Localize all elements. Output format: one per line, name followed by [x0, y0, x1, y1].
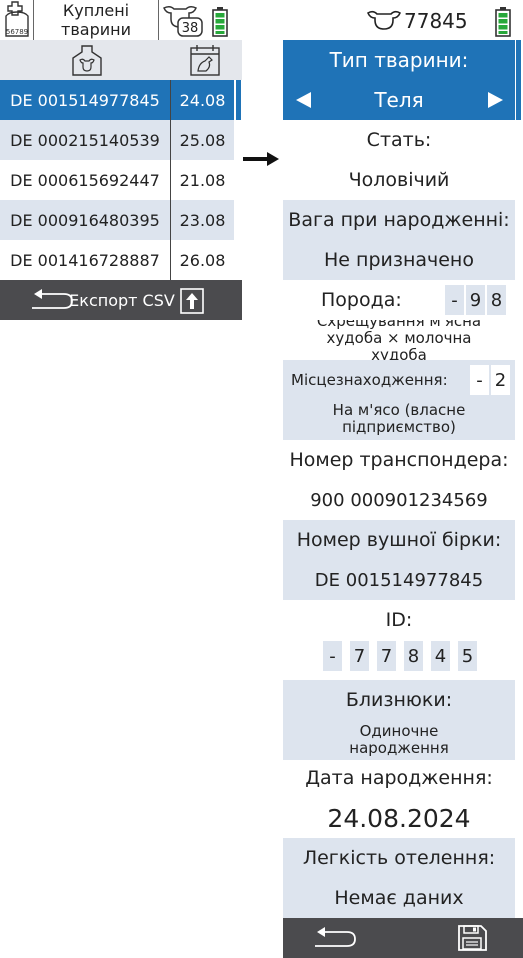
location-label: Місцезнаходження: [291, 371, 448, 389]
breed-description: Схрещування м'ясна худоба × молочна худо… [316, 320, 482, 360]
table-scrollbar-thumb[interactable] [236, 80, 241, 120]
twins-value: Одиночне народження [349, 722, 449, 757]
ear-tag-field[interactable]: Номер вушної бірки: DE 001514977845 [283, 520, 515, 600]
row-ear-tag: DE 000615692447 [10, 170, 160, 190]
breed-digit[interactable]: 8 [487, 285, 506, 315]
twins-value-clip: Одиночне народження [283, 720, 515, 758]
save-disk-icon[interactable] [457, 924, 487, 952]
birth-weight-field[interactable]: Вага при народженні: Не призначено [283, 200, 515, 280]
left-footer: Експорт CSV [0, 280, 242, 320]
animal-id-header: 77845 [404, 9, 468, 33]
tag-icon-number: 56789 [6, 28, 28, 36]
row-ear-tag: DE 001416728887 [10, 250, 160, 270]
animal-type-label: Тип тварини: [329, 48, 469, 72]
table-row[interactable]: DE 001416728887 26.08 [0, 240, 234, 280]
location-description: На м'ясо (власне підприємство) [332, 401, 466, 436]
ear-tag-column-icon[interactable] [70, 43, 104, 77]
id-digits[interactable]: - 7 7 8 4 5 [283, 640, 515, 680]
row-birth-date: 26.08 [179, 250, 226, 270]
row-birth-date: 25.08 [179, 130, 226, 150]
table-row[interactable]: DE 000615692447 21.08 [0, 160, 234, 200]
form-scrollbar[interactable] [515, 40, 523, 120]
id-digit[interactable]: 7 [350, 641, 369, 671]
birth-weight-value: Не призначено [324, 249, 474, 271]
location-digit[interactable]: - [470, 365, 489, 395]
row-birth-date: 21.08 [179, 170, 226, 190]
table-row[interactable]: DE 000215140539 25.08 [0, 120, 234, 160]
row-birth-date: 23.08 [179, 210, 226, 230]
ear-tag-label: Номер вушної бірки: [296, 529, 502, 551]
id-label: ID: [385, 609, 413, 631]
calving-ease-field[interactable]: Легкість отелення: Немає даних [283, 838, 515, 918]
ear-tag-add-icon[interactable]: 56789 [2, 0, 32, 40]
row-birth-date: 24.08 [179, 90, 226, 110]
right-arrow-icon [243, 150, 281, 168]
twins-field[interactable]: Близнюки: Одиночне народження [283, 680, 515, 760]
id-digit[interactable]: 5 [458, 641, 477, 671]
prev-arrow-icon[interactable] [295, 91, 313, 109]
id-digit[interactable]: 4 [431, 641, 450, 671]
sex-value[interactable]: Чоловічий [283, 160, 515, 200]
right-footer [283, 918, 523, 958]
animal-type-selector[interactable]: Тип тварини: Теля [283, 40, 515, 120]
left-header: 56789 Куплені тварини 38 [0, 0, 242, 40]
calving-ease-label: Легкість отелення: [302, 847, 496, 869]
table-row[interactable]: DE 000916480395 23.08 [0, 200, 234, 240]
id-digit[interactable]: 7 [377, 641, 396, 671]
back-arrow-icon[interactable] [311, 924, 361, 952]
next-arrow-icon[interactable] [486, 91, 504, 109]
export-upload-icon[interactable] [180, 288, 204, 314]
page-title: Куплені тварини [61, 1, 131, 39]
calving-ease-value: Немає даних [334, 887, 464, 909]
battery-icon [495, 7, 511, 37]
row-ear-tag: DE 001514977845 [10, 90, 160, 110]
column-divider [170, 80, 171, 280]
transponder-value[interactable]: 900 000901234569 [283, 480, 515, 520]
birth-date-value[interactable]: 24.08.2024 [283, 798, 515, 838]
location-field[interactable]: Місцезнаходження: - 2 На м'ясо (власне п… [283, 360, 515, 440]
table-column-header [0, 40, 242, 80]
table-row[interactable]: DE 001514977845 24.08 [0, 80, 234, 120]
id-digit[interactable]: 8 [404, 641, 423, 671]
row-ear-tag: DE 000916480395 [10, 210, 160, 230]
location-digit[interactable]: 2 [491, 365, 510, 395]
breed-text-clip: Схрещування м'ясна худоба × молочна худо… [283, 320, 515, 360]
breed-digit[interactable]: - [445, 285, 464, 315]
birth-weight-label: Вага при народженні: [288, 209, 510, 231]
ear-tag-value: DE 001514977845 [314, 569, 484, 591]
cow-count-icon: 38 [162, 2, 206, 38]
breed-digit[interactable]: 9 [466, 285, 485, 315]
breed-field[interactable]: Порода: - 9 8 [283, 280, 515, 320]
breed-label: Порода: [321, 289, 402, 311]
cow-count-value: 38 [182, 21, 199, 36]
battery-icon [212, 7, 228, 37]
calendar-birth-column-icon[interactable] [188, 43, 222, 77]
transponder-label: Номер транспондера: [289, 449, 509, 471]
right-header: 77845 [283, 0, 523, 40]
export-csv-label[interactable]: Експорт CSV [64, 280, 180, 320]
id-digit[interactable]: - [323, 641, 342, 671]
animal-type-value: Теля [374, 88, 424, 112]
birth-date-label: Дата народження: [305, 767, 493, 789]
sex-label: Стать: [366, 129, 432, 151]
cow-head-icon [367, 10, 401, 30]
header-divider [158, 0, 159, 40]
twins-label: Близнюки: [345, 689, 453, 711]
form-scrollbar-thumb[interactable] [516, 40, 521, 120]
row-ear-tag: DE 000215140539 [10, 130, 160, 150]
